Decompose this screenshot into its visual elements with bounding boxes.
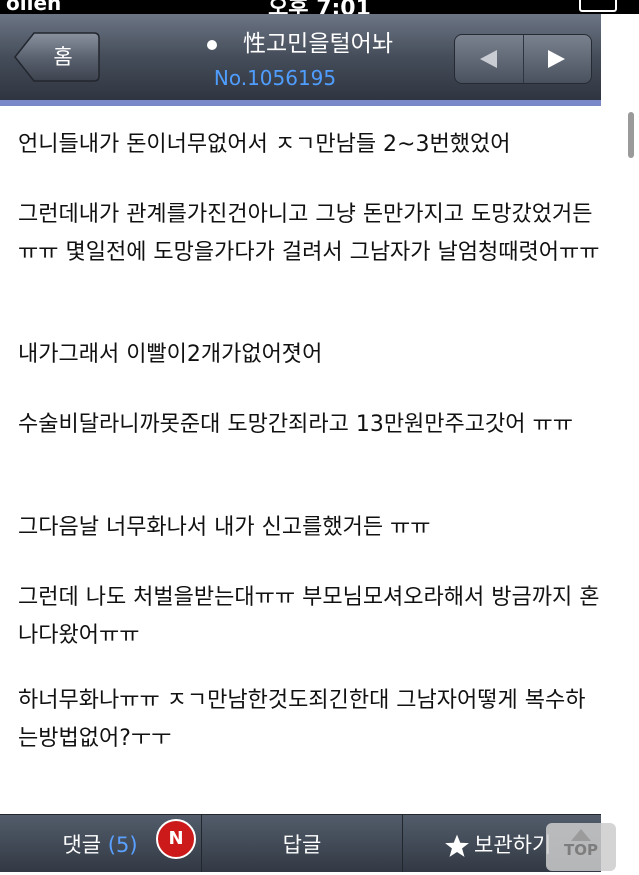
comments-label: 댓글 — [62, 833, 102, 857]
reply-label: 답글 — [282, 833, 322, 857]
post-paragraph: 언니들내가 돈이너무없어서 ㅈㄱ만남들 2~3번했었어 — [18, 132, 511, 157]
home-button-label: 홈 — [53, 45, 73, 69]
post-paragraph: 그런데 나도 처벌을받는대ㅠㅠ 부모님모셔오라해서 방금까지 혼나다왔어ㅠㅠ — [18, 585, 600, 648]
next-arrow-icon — [548, 50, 565, 68]
save-label: 보관하기 — [474, 833, 552, 857]
comments-button[interactable]: 댓글 (5) N — [0, 815, 200, 872]
star-icon — [445, 834, 469, 857]
post-number: No.1056195 — [213, 66, 337, 90]
reply-button[interactable]: 답글 — [201, 815, 403, 872]
post-paragraph: 내가그래서 이빨이2개가없어졋어 — [18, 342, 323, 367]
post-paragraph: 그다음날 너무화나서 내가 신고를했거든 ㅠㅠ — [18, 515, 431, 540]
scrollbar[interactable] — [628, 112, 634, 158]
top-label: TOP — [564, 841, 598, 859]
prev-post-button[interactable] — [455, 35, 522, 83]
post-navigation — [454, 34, 592, 84]
comments-count: (5) — [107, 833, 138, 857]
status-time: 오후 7:01 — [268, 0, 371, 14]
header-accent-line — [0, 100, 601, 106]
prev-arrow-icon — [480, 50, 497, 68]
status-bar: olleh 오후 7:01 — [0, 0, 639, 14]
battery-icon — [579, 0, 617, 12]
next-post-button[interactable] — [523, 35, 591, 83]
post-paragraph: 그런데내가 관계를가진건아니고 그냥 돈만가지고 도망갔었거든 ㅠㅠ 몇일전에 … — [18, 202, 600, 265]
scroll-top-button[interactable]: TOP — [546, 823, 616, 871]
home-button[interactable]: 홈 — [14, 32, 100, 82]
navigation-bar: 홈 性고민을털어놔 No.1056195 — [0, 14, 601, 100]
post-paragraph: 하너무화나ㅠㅠ ㅈㄱ만남한것도죄긴한대 그남자어떻게 복수하는방법없어?ㅜㅜ — [18, 688, 586, 751]
new-badge: N — [156, 819, 196, 859]
bottom-toolbar: 댓글 (5) N 답글 보관하기 — [0, 814, 601, 872]
board-title-text: 性고민을털어놔 — [243, 31, 393, 57]
board-title: 性고민을털어놔 — [170, 24, 430, 58]
up-arrow-icon — [571, 829, 591, 841]
post-paragraph: 수술비달라니까못준대 도망간죄라고 13만원만주고갓어 ㅠㅠ — [18, 412, 573, 437]
bullet-icon — [207, 39, 218, 50]
